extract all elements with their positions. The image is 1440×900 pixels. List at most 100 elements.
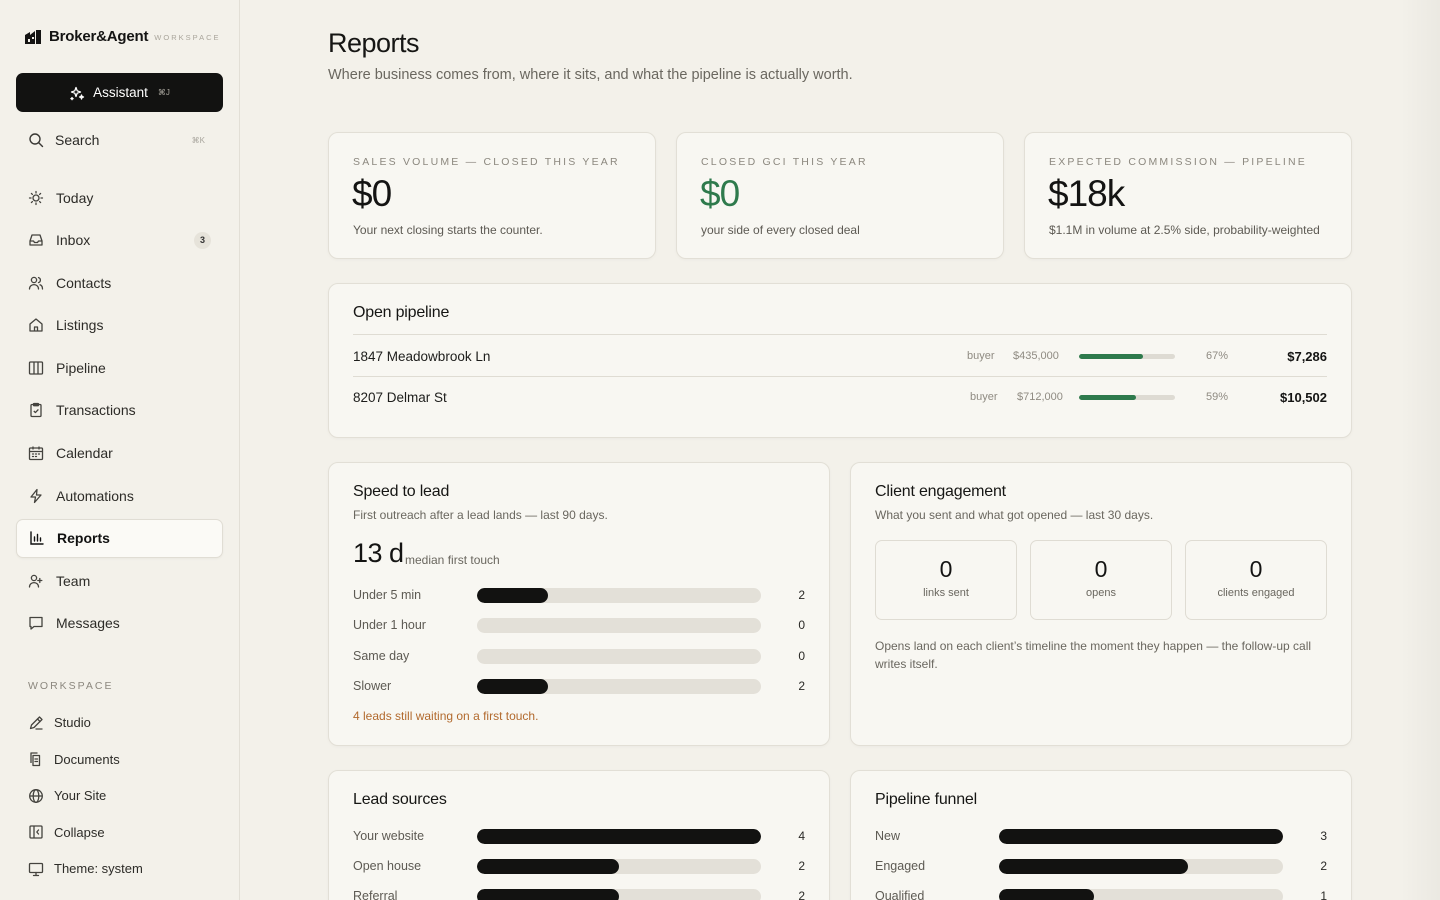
sidebar-item-collapse[interactable]: Collapse [16,815,223,850]
metric-opens: 0 opens [1030,540,1172,620]
bar-row: Qualified 1 [875,886,1327,900]
bolt-icon [30,488,42,503]
pipeline-price: $435,000 [1013,350,1059,362]
divider [353,334,1327,335]
search-button[interactable]: Search ⌘K [16,124,223,156]
card-subtitle: What you sent and what got opened — last… [875,508,1154,522]
sidebar-item-label: Pipeline [56,359,106,376]
search-shortcut: ⌘K [191,135,205,145]
team-icon [28,574,43,588]
bar-value: 2 [1320,859,1327,873]
stat-note: $1.1M in volume at 2.5% side, probabilit… [1049,223,1320,237]
bar-track [999,888,1283,900]
assistant-button[interactable]: Assistant ⌘J [16,73,223,112]
bar-row: Under 5 min 2 [353,585,805,605]
sidebar-item-reports[interactable]: Reports [16,518,223,558]
bar-label: Same day [353,649,410,663]
inbox-count-badge: 3 [194,231,211,249]
stat-label: SALES VOLUME — CLOSED THIS YEAR [353,156,620,168]
sidebar-item-label: Collapse [54,824,105,840]
pipeline-row[interactable]: 8207 Delmar St buyer $712,000 59% $10,50… [353,377,1327,417]
bar-row: Your website 4 [353,826,805,846]
page-edge-shade [1400,0,1440,900]
sidebar-item-automations[interactable]: Automations [16,476,223,515]
sidebar-item-theme[interactable]: Theme: system [16,851,223,886]
sidebar-item-label: Team [56,572,91,589]
stat-value: $18k [1048,173,1125,214]
pipeline-role: buyer [967,350,995,362]
pipeline-role: buyer [970,391,998,403]
pipeline-row[interactable]: 1847 Meadowbrook Ln buyer $435,000 67% $… [353,336,1327,376]
sidebar-item-label: Theme: system [54,861,143,877]
card-title: Open pipeline [353,304,450,321]
sidebar-item-listings[interactable]: Listings [16,306,223,345]
sidebar-item-label: Your Site [54,788,107,804]
metric-label: clients engaged [1217,587,1295,599]
sidebar-item-messages[interactable]: Messages [16,604,223,643]
bar-track [477,587,761,603]
sidebar-item-documents[interactable]: Documents [16,742,223,777]
sidebar-item-label: Messages [56,615,120,632]
bar-value: 2 [798,859,805,873]
users-icon [28,276,44,290]
sidebar-item-your-site[interactable]: Your Site [16,778,223,813]
pen-icon [29,715,43,730]
assistant-shortcut: ⌘J [157,88,170,97]
pipeline-funnel-card: Pipeline funnel New 3 Engaged 2 Qualifie… [850,770,1352,900]
bar-label: Referral [353,889,398,900]
bar-track [477,617,761,633]
pipeline-probability: 59% [1206,391,1229,403]
bar-label: Open house [353,859,422,873]
page-subtitle: Where business comes from, where it sits… [328,67,853,83]
sidebar-item-inbox[interactable]: Inbox 3 [16,221,223,260]
bar-chart-icon [30,531,44,545]
bar-value: 2 [798,679,805,693]
bar-label: Qualified [875,889,925,900]
sidebar-item-pipeline[interactable]: Pipeline [16,348,223,387]
bar-row: Referral 2 [353,886,805,900]
metric-clients-engaged: 0 clients engaged [1185,540,1327,620]
bar-fill [999,828,1283,844]
card-title: Client engagement [875,483,1006,500]
bar-label: Slower [353,679,392,693]
message-icon [29,617,43,631]
bar-track [477,648,761,664]
stat-label: CLOSED GCI THIS YEAR [701,156,868,168]
sidebar-item-calendar[interactable]: Calendar [16,434,223,473]
bar-track [477,888,761,900]
metric-value: 0 [939,556,953,582]
bar-track [477,858,761,874]
calendar-icon [28,446,44,461]
sidebar-item-label: Documents [54,751,120,767]
sidebar-item-transactions[interactable]: Transactions [16,391,223,430]
bar-track [999,828,1283,844]
sidebar-item-label: Calendar [56,445,113,462]
sidebar-item-today[interactable]: Today [16,178,223,217]
stat-card-expected-commission: EXPECTED COMMISSION — PIPELINE $18k $1.1… [1024,132,1352,259]
sidebar-item-label: Studio [54,715,91,730]
median-label: median first touch [405,553,500,567]
pipeline-amount: $7,286 [1287,348,1327,364]
bar-row: Open house 2 [353,856,805,876]
waiting-leads-warning[interactable]: 4 leads still waiting on a first touch. [353,709,538,723]
stat-note: Your next closing starts the counter. [353,223,543,237]
sidebar-item-label: Inbox [56,232,91,249]
brand[interactable]: Broker&Agent WORKSPACE [24,27,221,45]
bar-track [477,678,761,694]
sidebar-item-studio[interactable]: Studio [16,705,223,740]
bar-fill [999,888,1094,900]
stat-note: your side of every closed deal [701,223,860,237]
workspace-section-label: WORKSPACE [28,680,114,692]
sidebar-item-contacts[interactable]: Contacts [16,263,223,302]
workspace-nav: Studio Documents Your Site Collapse Them… [16,705,223,888]
sidebar-item-label: Today [56,189,94,206]
collapse-icon [29,825,43,839]
sidebar-item-team[interactable]: Team [16,561,223,600]
bar-row: New 3 [875,826,1327,846]
stat-card-closed-gci: CLOSED GCI THIS YEAR $0 your side of eve… [676,132,1004,259]
bar-value: 2 [798,889,805,900]
brand-name: Broker&Agent [49,27,149,45]
bar-fill [477,678,548,694]
metric-label: links sent [923,587,969,599]
bar-value: 0 [798,618,805,632]
